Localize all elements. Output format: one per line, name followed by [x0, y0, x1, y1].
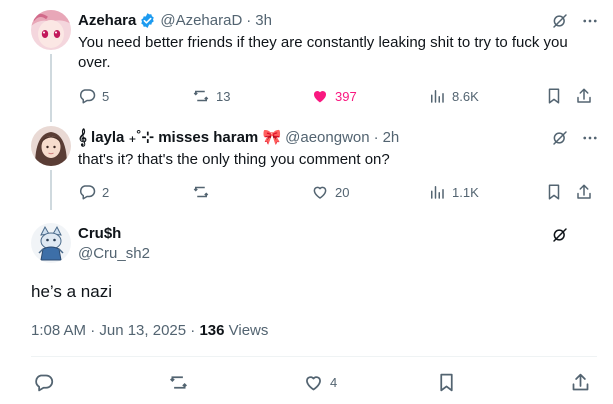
share-icon — [577, 184, 591, 199]
repost-button[interactable] — [168, 372, 189, 393]
divider — [31, 356, 597, 357]
repost-icon — [193, 186, 209, 198]
reply-button[interactable]: 2 — [78, 182, 109, 202]
repost-icon — [193, 90, 209, 102]
grok-icon[interactable] — [551, 12, 569, 30]
tweet-text: that's it? that's the only thing you com… — [78, 151, 390, 168]
views-button[interactable]: 1.1K — [428, 182, 479, 202]
separator-dot: · — [246, 11, 252, 29]
main-top-actions — [551, 226, 569, 244]
reply-icon — [79, 89, 96, 104]
bookmark-button[interactable] — [545, 86, 563, 106]
bookmark-icon — [548, 184, 560, 200]
timestamp[interactable]: 2h — [383, 129, 400, 146]
bookmark-button[interactable] — [436, 372, 457, 393]
views-icon — [431, 186, 444, 199]
avatar-layla[interactable] — [31, 126, 71, 166]
views-count: 136 — [199, 322, 225, 339]
like-button[interactable]: 4 — [303, 372, 337, 393]
verified-icon — [141, 12, 155, 28]
post-timestamp[interactable]: 1:08 AM · Jun 13, 2025 · — [31, 322, 199, 339]
handle[interactable]: @Cru_sh2 — [78, 245, 150, 262]
avatar-azehara[interactable] — [31, 10, 71, 50]
views-label: Views — [224, 322, 269, 339]
reply-top-actions — [551, 12, 599, 30]
reply-header: Azehara @AzeharaD · 3h — [78, 10, 272, 30]
like-button[interactable]: 20 — [311, 182, 349, 202]
display-name[interactable]: 𝄞 layla ₊˚⊹ misses haram 🎀 — [78, 128, 281, 146]
share-button[interactable] — [570, 372, 591, 393]
like-button[interactable]: 397 — [311, 86, 357, 106]
bookmark-icon — [548, 88, 560, 104]
reply-count: 2 — [102, 184, 110, 200]
reply-header: 𝄞 layla ₊˚⊹ misses haram 🎀 @aeongwon · 2… — [78, 127, 399, 147]
handle[interactable]: @aeongwon — [285, 129, 369, 146]
share-button[interactable] — [575, 182, 593, 202]
share-button[interactable] — [575, 86, 593, 106]
like-icon — [306, 376, 321, 391]
like-icon — [313, 186, 327, 199]
views-icon — [431, 90, 444, 103]
separator-dot: · — [373, 128, 379, 146]
grok-icon[interactable] — [551, 129, 569, 147]
repost-count: 13 — [216, 88, 231, 104]
more-icon[interactable] — [581, 12, 599, 30]
reply-button[interactable] — [33, 372, 54, 393]
display-name[interactable]: Cru$h — [78, 225, 121, 242]
handle[interactable]: @AzeharaD — [160, 12, 242, 29]
like-count: 4 — [330, 375, 338, 390]
reply-icon — [35, 374, 54, 392]
reply-button[interactable]: 5 — [78, 86, 109, 106]
views-count: 1.1K — [452, 184, 479, 200]
timestamp[interactable]: 3h — [255, 12, 272, 29]
more-icon[interactable] — [581, 129, 599, 147]
reply-count: 5 — [102, 88, 110, 104]
views-button[interactable]: 8.6K — [428, 86, 479, 106]
conversation-thread: Azehara @AzeharaD · 3h You need better f… — [0, 0, 613, 404]
reply-top-actions — [551, 129, 599, 147]
like-count: 20 — [335, 184, 350, 200]
post-meta: 1:08 AM · Jun 13, 2025 · 136 Views — [31, 322, 268, 339]
repost-icon — [170, 376, 187, 389]
tweet-text: You need better friends if they are cons… — [78, 34, 568, 71]
tweet-text: he’s a nazi — [31, 282, 112, 301]
bookmark-icon — [440, 373, 453, 392]
share-icon — [577, 88, 591, 103]
thread-connector-line — [50, 170, 52, 210]
grok-icon[interactable] — [551, 226, 569, 244]
avatar-crush[interactable] — [31, 223, 71, 263]
repost-button[interactable]: 13 — [192, 86, 230, 106]
share-icon — [572, 373, 589, 391]
thread-connector-line — [50, 54, 52, 122]
display-name[interactable]: Azehara — [78, 12, 136, 29]
like-icon — [313, 90, 327, 103]
repost-button[interactable] — [192, 182, 210, 202]
like-count: 397 — [335, 88, 357, 104]
bookmark-button[interactable] — [545, 182, 563, 202]
reply-icon — [79, 185, 96, 200]
views-count: 8.6K — [452, 88, 479, 104]
